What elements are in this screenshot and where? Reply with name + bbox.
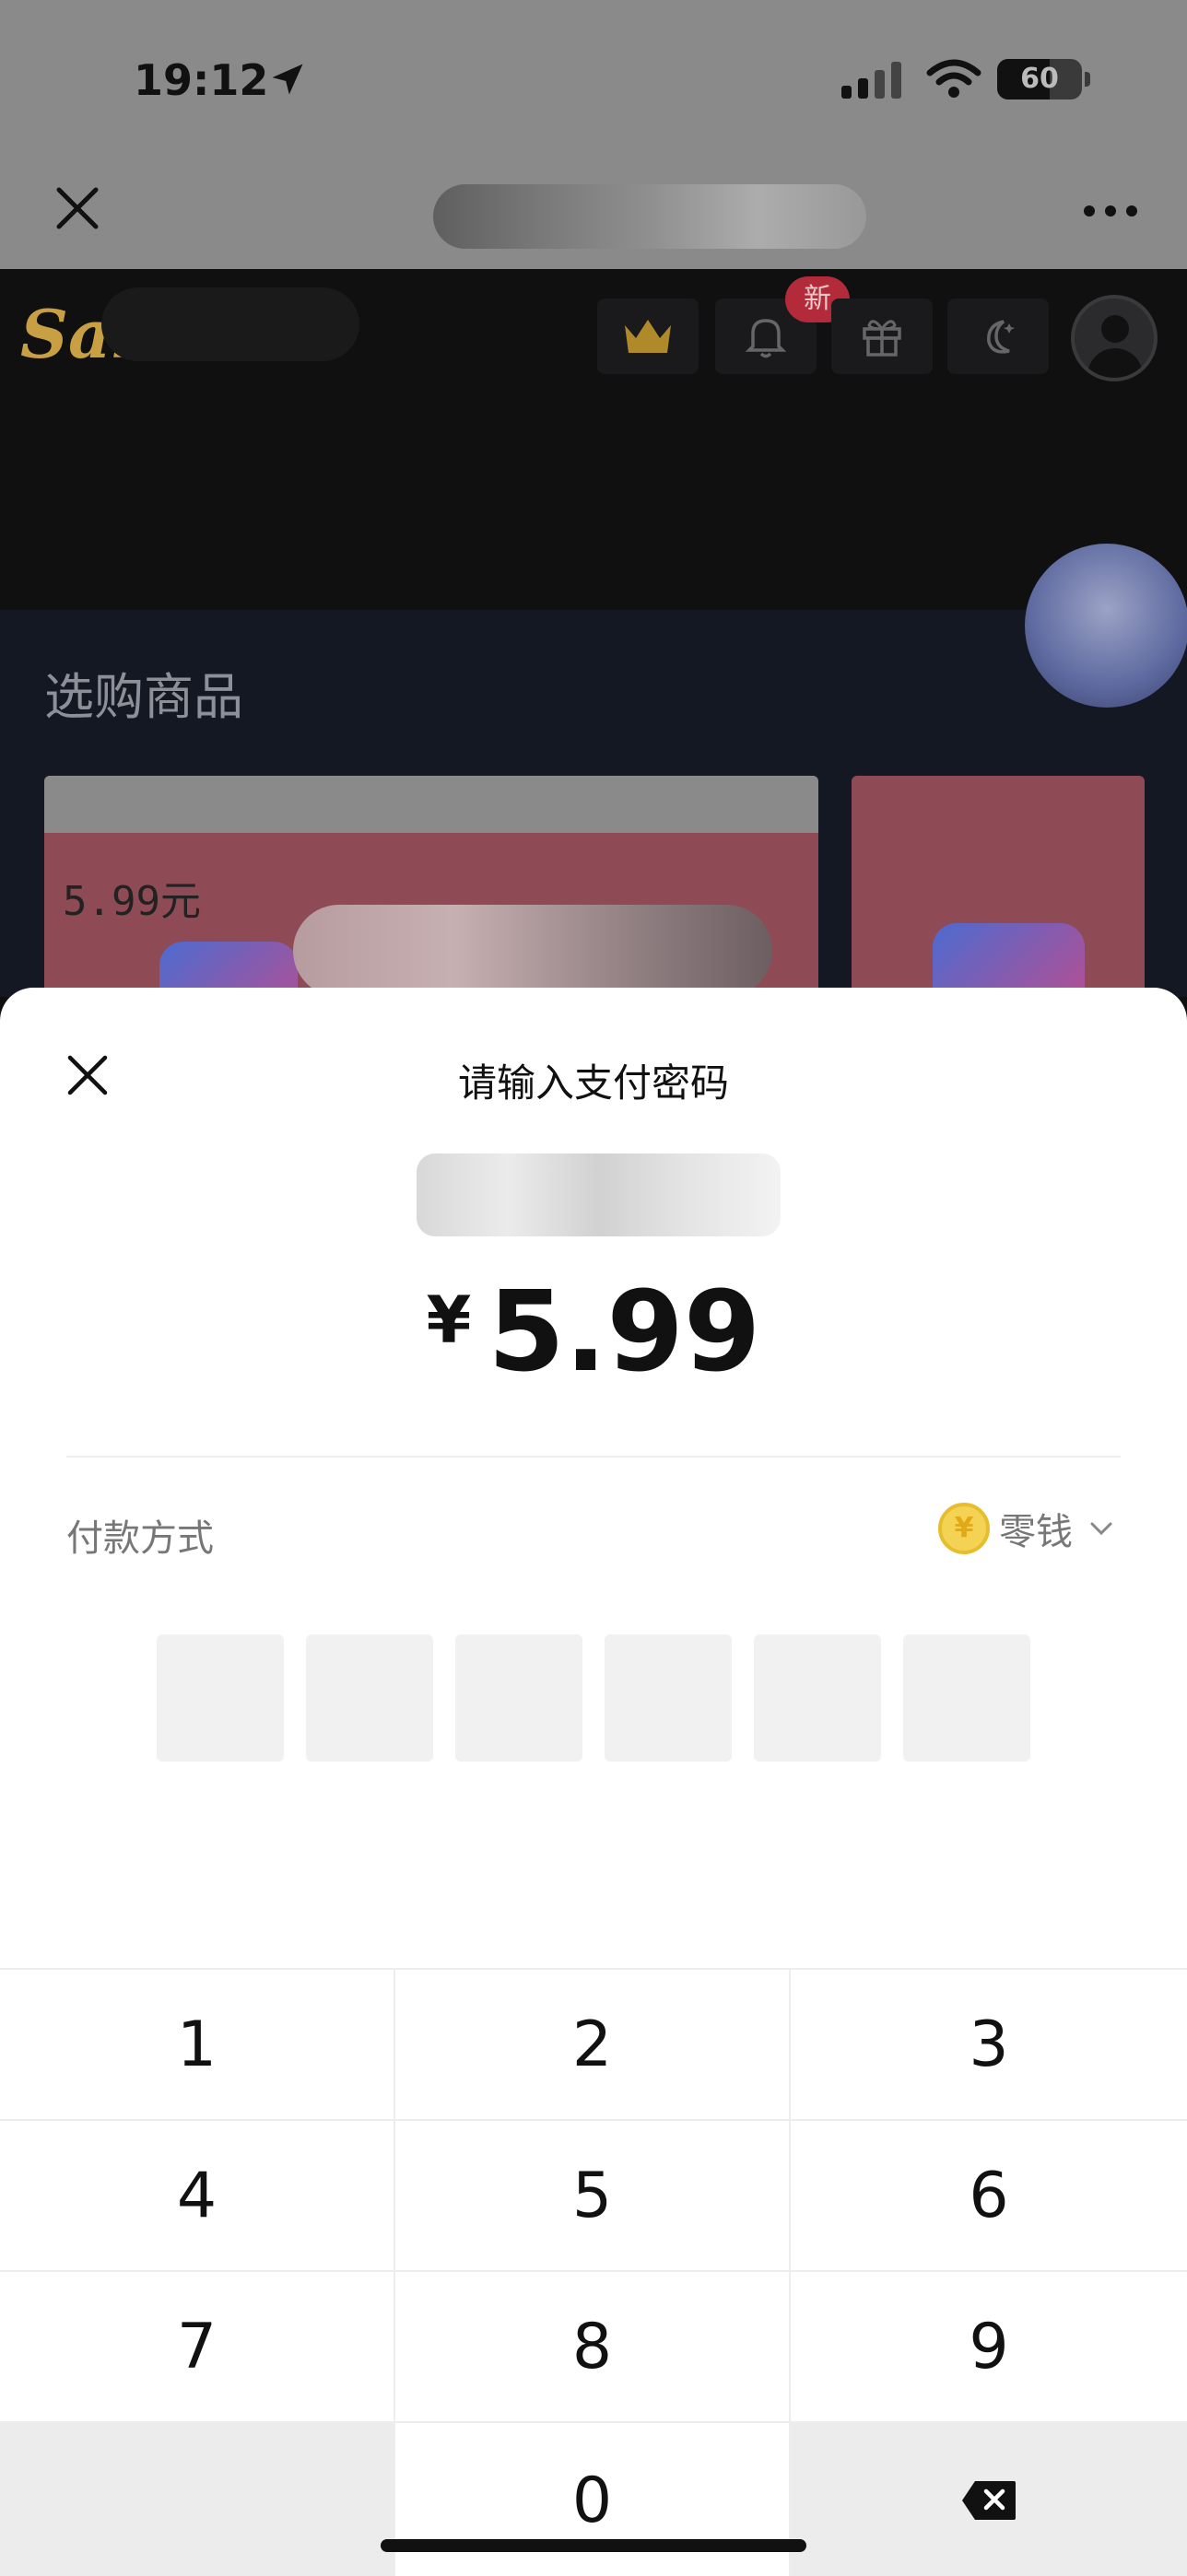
battery-icon: 60 — [997, 59, 1082, 100]
close-icon[interactable] — [53, 184, 101, 232]
payment-password-sheet: 请输入支付密码 ¥5.99 付款方式 ¥ 零钱 1 2 3 4 5 6 7 8 … — [0, 988, 1187, 2576]
user-icon[interactable] — [1071, 295, 1158, 381]
key-6[interactable]: 6 — [791, 2121, 1187, 2272]
avatar-body — [1087, 348, 1143, 378]
key-empty — [0, 2423, 395, 2576]
key-7[interactable]: 7 — [0, 2272, 395, 2423]
pin-box[interactable] — [455, 1634, 582, 1762]
product-section: 选购商品 5.99元 — [0, 610, 1187, 1015]
wifi-icon — [926, 59, 981, 98]
backspace-icon — [962, 2481, 1016, 2520]
location-arrow-icon — [272, 64, 303, 95]
numeric-keypad: 1 2 3 4 5 6 7 8 9 0 — [0, 1968, 1187, 2576]
site-header: Sai 新 — [0, 269, 1187, 610]
vip-button[interactable] — [597, 299, 699, 374]
chevron-down-icon — [1090, 1522, 1112, 1536]
key-0[interactable]: 0 — [395, 2423, 791, 2576]
divider — [66, 1456, 1121, 1458]
pin-box[interactable] — [605, 1634, 732, 1762]
floating-assistant-avatar[interactable] — [1025, 544, 1187, 708]
product-price: 5.99元 — [63, 878, 201, 925]
product-card-header — [44, 776, 818, 833]
pin-box[interactable] — [903, 1634, 1030, 1762]
home-indicator — [381, 2539, 806, 2552]
payment-method-selector[interactable]: ¥ 零钱 — [938, 1502, 1113, 1555]
key-1[interactable]: 1 — [0, 1970, 395, 2121]
gift-button[interactable] — [831, 299, 933, 374]
redacted-merchant-name — [417, 1153, 781, 1236]
key-9[interactable]: 9 — [791, 2272, 1187, 2423]
key-3[interactable]: 3 — [791, 1970, 1187, 2121]
payment-method-value: 零钱 — [999, 1511, 1073, 1553]
bell-icon — [746, 319, 786, 358]
status-bar: 19:12 60 — [0, 0, 1187, 157]
signal-icon — [841, 62, 901, 99]
key-2[interactable]: 2 — [395, 1970, 791, 2121]
crown-icon — [625, 320, 671, 353]
currency-symbol: ¥ — [426, 1282, 472, 1358]
key-5[interactable]: 5 — [395, 2121, 791, 2272]
battery-tip — [1085, 72, 1090, 87]
moon-icon — [987, 320, 1015, 354]
product-card[interactable]: 5.99元 — [44, 776, 818, 1015]
theme-toggle-button[interactable] — [947, 299, 1049, 374]
key-8[interactable]: 8 — [395, 2272, 791, 2423]
miniprogram-topbar — [0, 157, 1187, 269]
coin-icon: ¥ — [938, 1503, 990, 1554]
backspace-key[interactable] — [791, 2423, 1187, 2576]
avatar-head — [1101, 315, 1129, 343]
redacted-product-name — [293, 905, 772, 997]
product-card[interactable] — [852, 776, 1145, 1015]
amount-value: 5.99 — [488, 1269, 761, 1397]
redacted-title — [433, 184, 866, 249]
pin-box[interactable] — [306, 1634, 433, 1762]
status-time: 19:12 — [134, 55, 269, 105]
payment-method-label: 付款方式 — [66, 1517, 214, 1560]
sheet-title: 请输入支付密码 — [457, 1060, 729, 1106]
pin-box[interactable] — [754, 1634, 881, 1762]
section-title: 选购商品 — [44, 668, 243, 726]
more-icon[interactable] — [1083, 205, 1138, 217]
pin-box[interactable] — [157, 1634, 284, 1762]
payment-amount: ¥5.99 — [0, 1269, 1187, 1397]
pin-input[interactable] — [157, 1634, 1052, 1762]
key-4[interactable]: 4 — [0, 2121, 395, 2272]
battery-percent: 60 — [1020, 63, 1059, 95]
gift-icon — [863, 320, 901, 357]
redacted-site-name — [101, 287, 359, 361]
